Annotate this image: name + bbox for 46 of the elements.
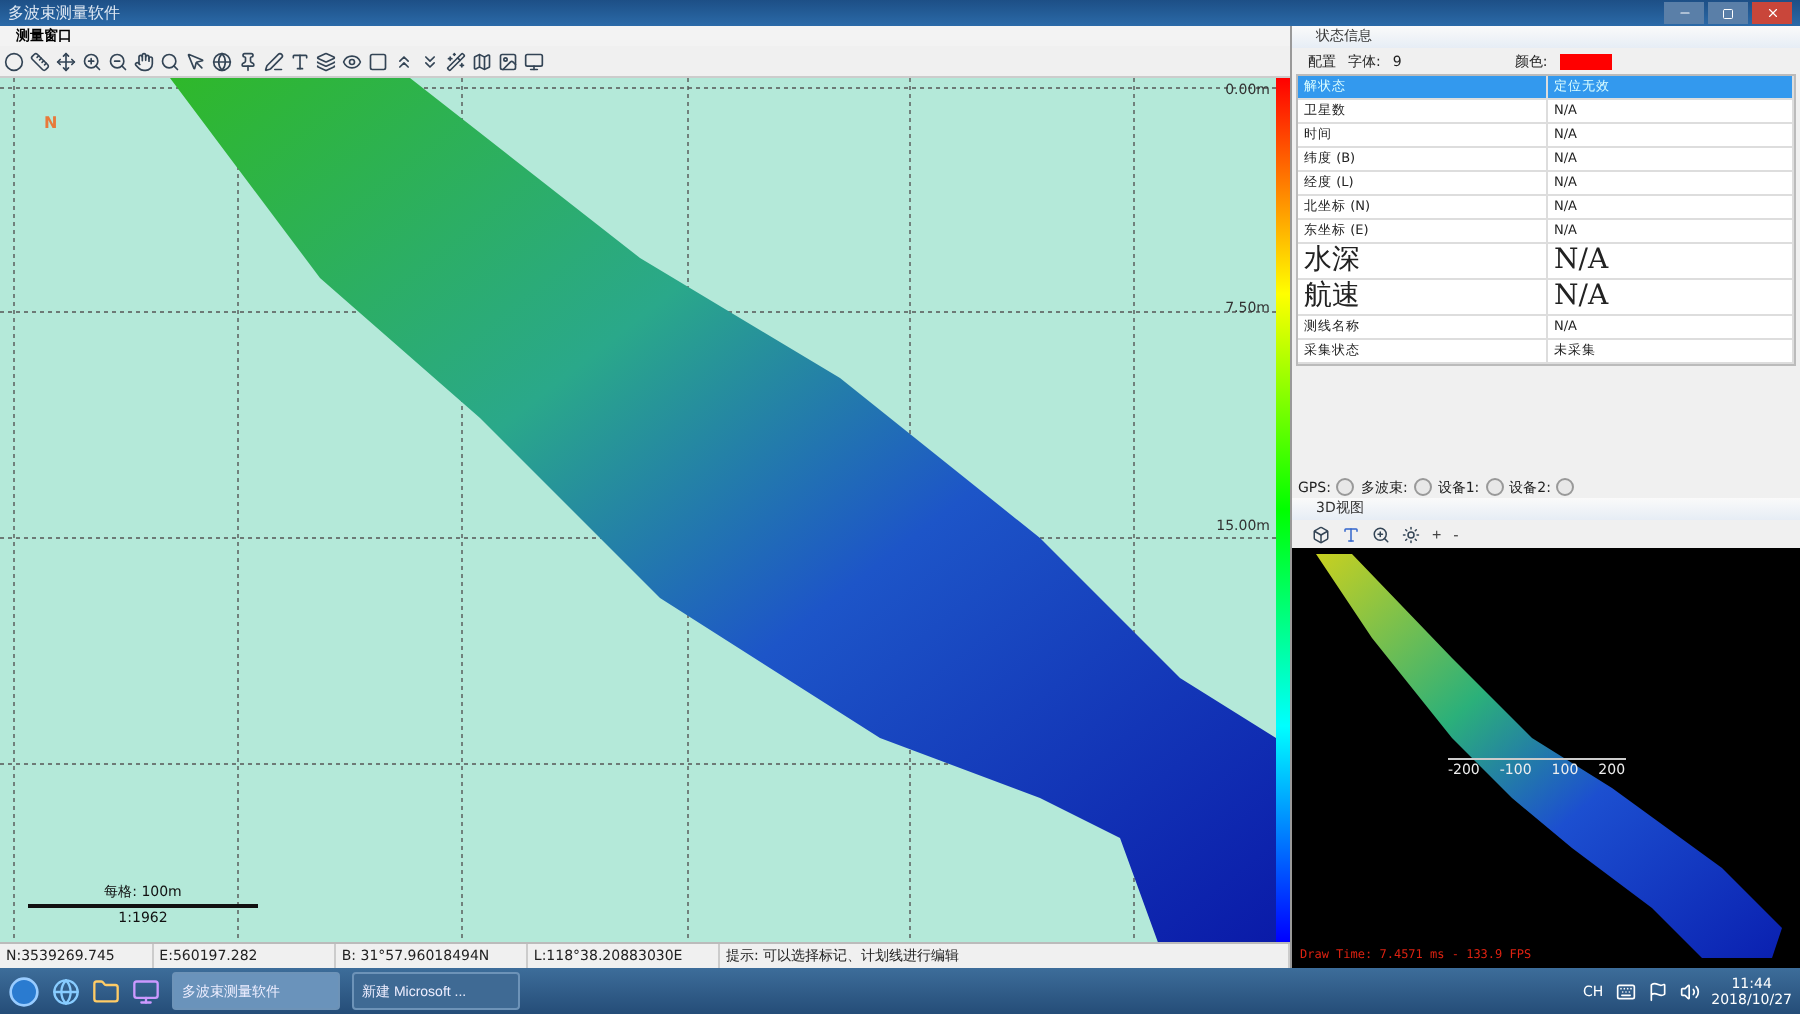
hand-icon[interactable] — [134, 51, 154, 71]
table-cell: 航速 — [1298, 280, 1548, 314]
pen-icon[interactable] — [264, 51, 284, 71]
keyboard-icon[interactable] — [1615, 981, 1636, 1001]
chevrons-up-icon[interactable] — [394, 51, 414, 71]
zoom-button[interactable]: - — [1453, 525, 1459, 543]
zoom-in-icon[interactable] — [1372, 525, 1390, 543]
table-cell: 水深 — [1298, 244, 1548, 278]
eye-icon[interactable] — [342, 51, 362, 71]
flag-icon[interactable] — [1647, 981, 1668, 1001]
volume-icon[interactable] — [1679, 981, 1700, 1001]
monitor-icon[interactable] — [524, 51, 544, 71]
square-icon[interactable] — [368, 51, 388, 71]
text-icon[interactable] — [290, 51, 310, 71]
pin-icon[interactable] — [238, 51, 258, 71]
wand-icon[interactable] — [446, 51, 466, 71]
zoom-in-icon[interactable] — [82, 51, 102, 71]
text-icon[interactable] — [1342, 525, 1360, 543]
light-icon[interactable] — [1402, 525, 1420, 543]
table-cell: N/A — [1548, 244, 1794, 278]
pointer-icon[interactable] — [186, 51, 206, 71]
zoom-out-icon[interactable] — [108, 51, 128, 71]
layers-icon[interactable] — [316, 51, 336, 71]
chevrons-down-icon[interactable] — [420, 51, 440, 71]
maximize-button[interactable] — [1708, 2, 1748, 24]
globe-icon[interactable] — [212, 51, 232, 71]
maximize-icon — [1722, 7, 1734, 19]
window-title: 多波束测量软件 — [8, 2, 120, 24]
record-icon[interactable] — [4, 51, 24, 71]
table-row[interactable]: 航速 N/A — [1298, 280, 1794, 316]
north-arrow-label: N — [44, 114, 58, 132]
color-swatch[interactable] — [1559, 53, 1612, 69]
image-icon[interactable] — [498, 51, 518, 71]
search-icon[interactable] — [160, 51, 180, 71]
zoom-button[interactable]: + — [1432, 525, 1442, 543]
folder-icon[interactable] — [92, 977, 120, 1005]
start-icon[interactable] — [8, 975, 40, 1007]
close-icon — [1765, 6, 1779, 20]
ruler-icon[interactable] — [30, 51, 50, 71]
minimize-icon — [1677, 6, 1691, 20]
map-icon[interactable] — [472, 51, 492, 71]
table-row[interactable]: 水深 N/A — [1298, 244, 1794, 280]
monitor-icon[interactable] — [132, 977, 160, 1005]
table-cell: N/A — [1548, 280, 1794, 314]
cube-icon[interactable] — [1312, 525, 1330, 543]
move-icon[interactable] — [56, 51, 76, 71]
